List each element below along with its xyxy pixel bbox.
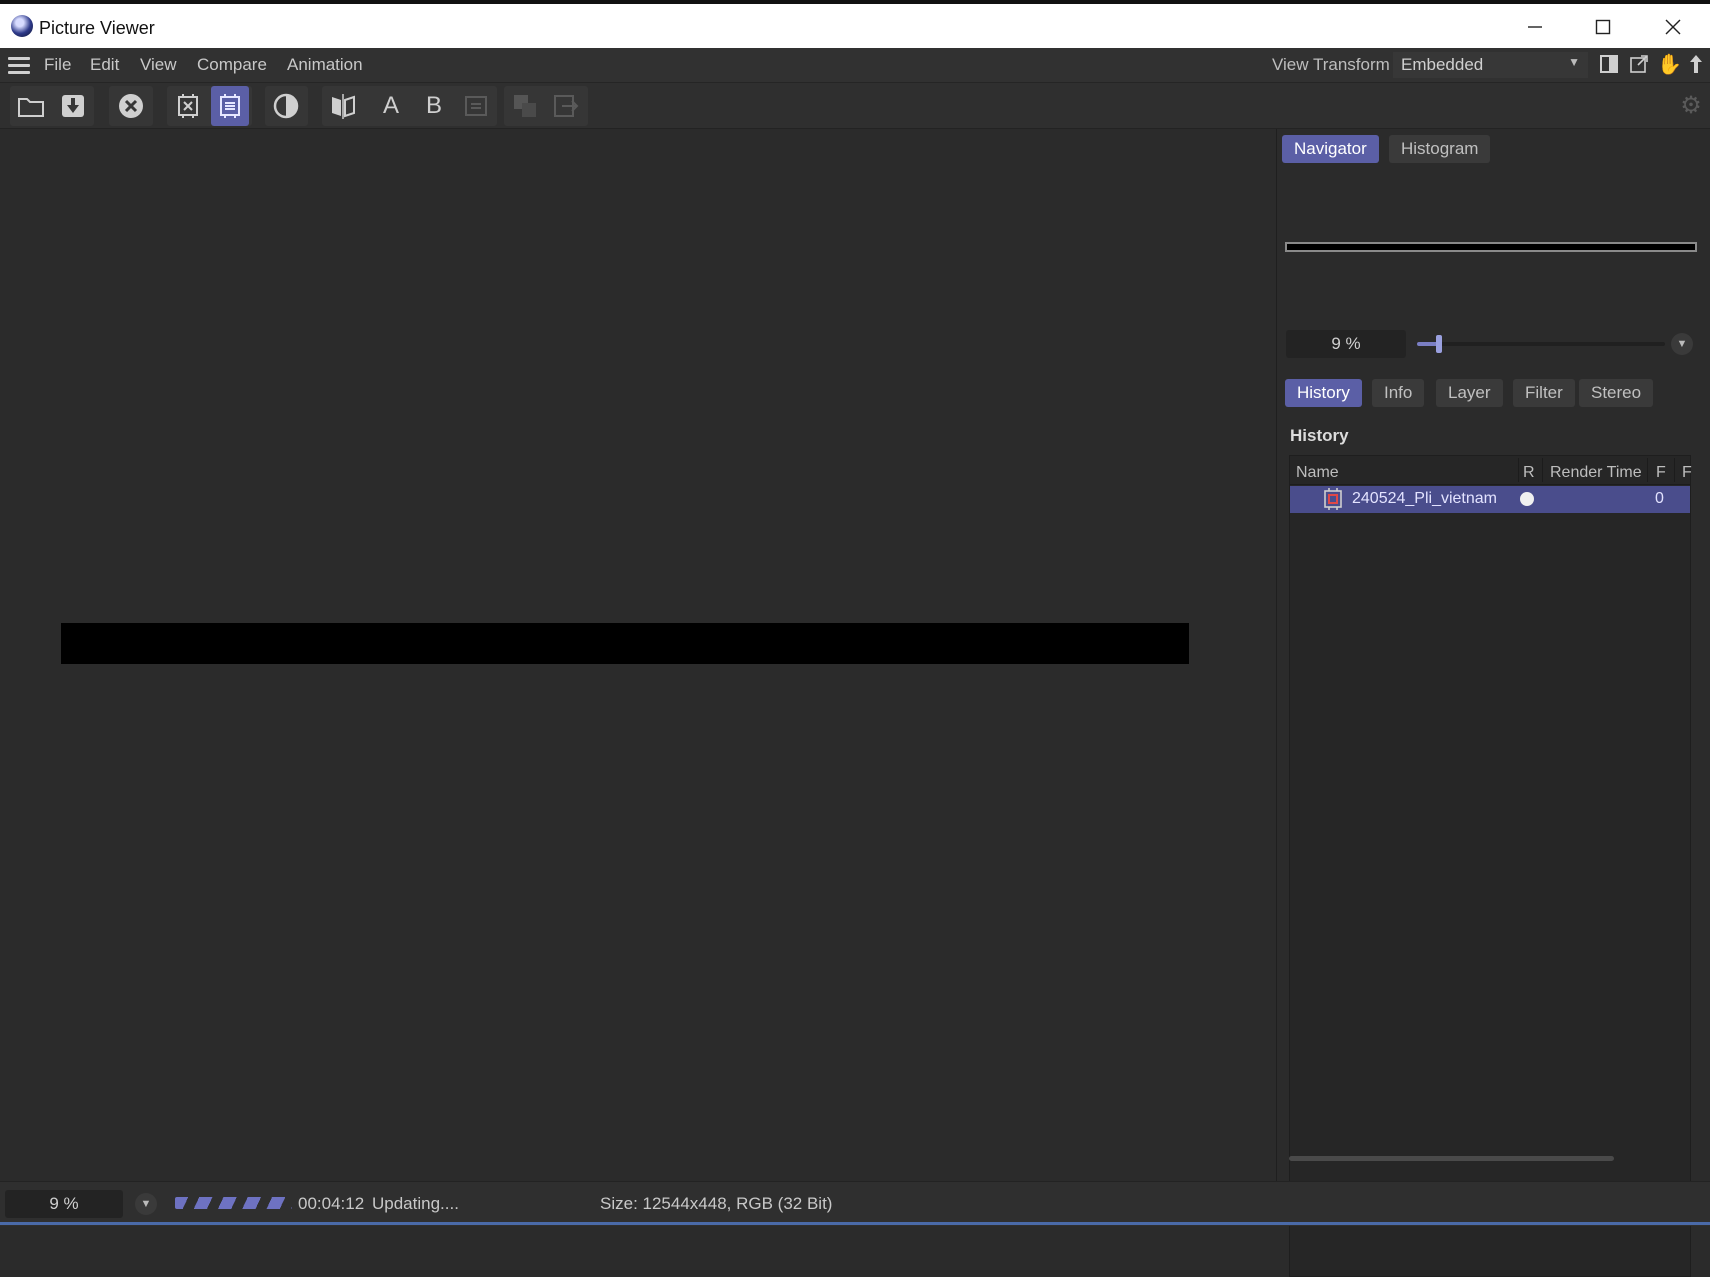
status-message: Updating.... xyxy=(372,1194,459,1213)
render-region-icon xyxy=(178,94,198,118)
column-header-f2[interactable]: F xyxy=(1682,464,1692,482)
zoom-slider-thumb[interactable] xyxy=(1436,335,1442,353)
save-icon xyxy=(62,95,84,117)
split-view-icon[interactable] xyxy=(1598,54,1620,76)
contrast-button[interactable] xyxy=(267,86,305,126)
tab-layer[interactable]: Layer xyxy=(1436,379,1503,407)
tab-info[interactable]: Info xyxy=(1372,379,1425,407)
window-title: Picture Viewer xyxy=(39,18,155,38)
table-row[interactable]: 240524_Pli_vietnam 0 xyxy=(1290,486,1690,513)
minimize-icon xyxy=(1528,26,1542,28)
render-file-icon xyxy=(1324,488,1342,510)
tab-filter[interactable]: Filter xyxy=(1513,379,1575,407)
row-name: 240524_Pli_vietnam xyxy=(1352,490,1497,507)
view-transform-label: View Transform xyxy=(1272,55,1390,74)
history-section-title: History xyxy=(1290,426,1349,445)
ab-compare-button[interactable] xyxy=(324,86,362,126)
navigator-preview[interactable] xyxy=(1285,242,1697,252)
stop-render-icon xyxy=(119,94,143,118)
history-table: Name R Render Time F F 240524_Pli_vietna… xyxy=(1289,455,1692,1277)
column-header-r[interactable]: R xyxy=(1523,464,1535,482)
swap-button[interactable] xyxy=(457,86,495,126)
stop-render-button[interactable] xyxy=(112,86,150,126)
row-frame: 0 xyxy=(1655,490,1664,507)
view-transform-value: Embedded xyxy=(1401,55,1484,74)
column-separator[interactable] xyxy=(1647,458,1648,482)
maximize-icon xyxy=(1595,19,1611,35)
settings-gear-button[interactable]: ⚙ xyxy=(1672,85,1710,125)
set-a-button[interactable]: A xyxy=(372,86,410,126)
swap-icon xyxy=(465,96,487,116)
gear-icon: ⚙ xyxy=(1680,91,1702,119)
status-bar: 9 % ▼ 00:04:12 Updating.... Size: 12544x… xyxy=(0,1181,1710,1226)
external-window-icon[interactable] xyxy=(1628,54,1650,76)
zoom-dropdown-icon[interactable]: ▼ xyxy=(1671,333,1693,355)
menu-animation[interactable]: Animation xyxy=(287,55,363,75)
render-time: 00:04:12 xyxy=(298,1194,365,1213)
view-transform-dropdown[interactable]: Embedded ▼ xyxy=(1393,52,1588,78)
contrast-icon xyxy=(273,93,299,119)
render-region-button[interactable] xyxy=(169,86,207,126)
b-label: B xyxy=(425,92,442,119)
hamburger-menu-icon[interactable] xyxy=(8,57,30,74)
minimize-button[interactable] xyxy=(1505,9,1565,45)
menu-view[interactable]: View xyxy=(140,55,177,75)
layers-button[interactable] xyxy=(506,86,544,126)
title-bar: Picture Viewer xyxy=(0,0,1710,48)
export-icon xyxy=(554,95,579,117)
table-header: Name R Render Time F F xyxy=(1290,456,1692,485)
layers-icon xyxy=(514,95,536,117)
menu-edit[interactable]: Edit xyxy=(90,55,119,75)
column-separator[interactable] xyxy=(1518,458,1519,482)
open-folder-button[interactable] xyxy=(12,86,50,126)
export-button[interactable] xyxy=(547,86,585,126)
horizontal-scrollbar[interactable] xyxy=(1289,1156,1614,1161)
status-zoom-field[interactable]: 9 % xyxy=(5,1190,123,1218)
close-icon xyxy=(1665,19,1681,35)
tab-navigator[interactable]: Navigator xyxy=(1282,135,1379,163)
navigator-zoom-field[interactable]: 9 % xyxy=(1286,330,1406,358)
column-separator[interactable] xyxy=(1542,458,1543,482)
save-button[interactable] xyxy=(54,86,92,126)
column-header-frame[interactable]: F xyxy=(1656,464,1666,482)
cinema4d-app-icon xyxy=(11,15,33,37)
column-header-render-time[interactable]: Render Time xyxy=(1550,464,1642,482)
render-full-button[interactable] xyxy=(211,86,249,126)
tab-histogram[interactable]: Histogram xyxy=(1389,135,1491,163)
dropdown-arrow-icon: ▼ xyxy=(1568,55,1580,69)
render-status-dot-icon xyxy=(1520,492,1534,506)
column-header-name[interactable]: Name xyxy=(1296,464,1339,482)
pan-hand-icon[interactable]: ✋ xyxy=(1657,54,1682,76)
ab-compare-icon xyxy=(332,94,355,119)
render-progress-bar xyxy=(175,1197,292,1209)
image-size-info: Size: 12544x448, RGB (32 Bit) xyxy=(600,1194,833,1213)
menu-bar: File Edit View Compare Animation View Tr… xyxy=(0,48,1710,83)
tab-history[interactable]: History xyxy=(1285,379,1362,407)
menu-compare[interactable]: Compare xyxy=(197,55,267,75)
zoom-slider[interactable] xyxy=(1417,335,1665,353)
menu-file[interactable]: File xyxy=(44,55,71,75)
side-panel: Navigator Histogram 9 % ▼ History Info L… xyxy=(1277,129,1710,1277)
tab-stereo[interactable]: Stereo xyxy=(1579,379,1654,407)
render-full-icon xyxy=(220,94,240,118)
toolbar: A B ⚙ xyxy=(0,83,1710,129)
maximize-button[interactable] xyxy=(1573,9,1633,45)
open-folder-icon xyxy=(18,98,44,117)
close-button[interactable] xyxy=(1643,9,1703,45)
move-icon[interactable] xyxy=(1685,54,1707,76)
set-b-button[interactable]: B xyxy=(415,86,453,126)
column-separator[interactable] xyxy=(1674,458,1675,482)
rendered-image xyxy=(61,623,1189,664)
image-viewport[interactable] xyxy=(0,129,1276,1181)
a-label: A xyxy=(382,92,399,119)
status-zoom-dropdown-icon[interactable]: ▼ xyxy=(135,1193,157,1215)
